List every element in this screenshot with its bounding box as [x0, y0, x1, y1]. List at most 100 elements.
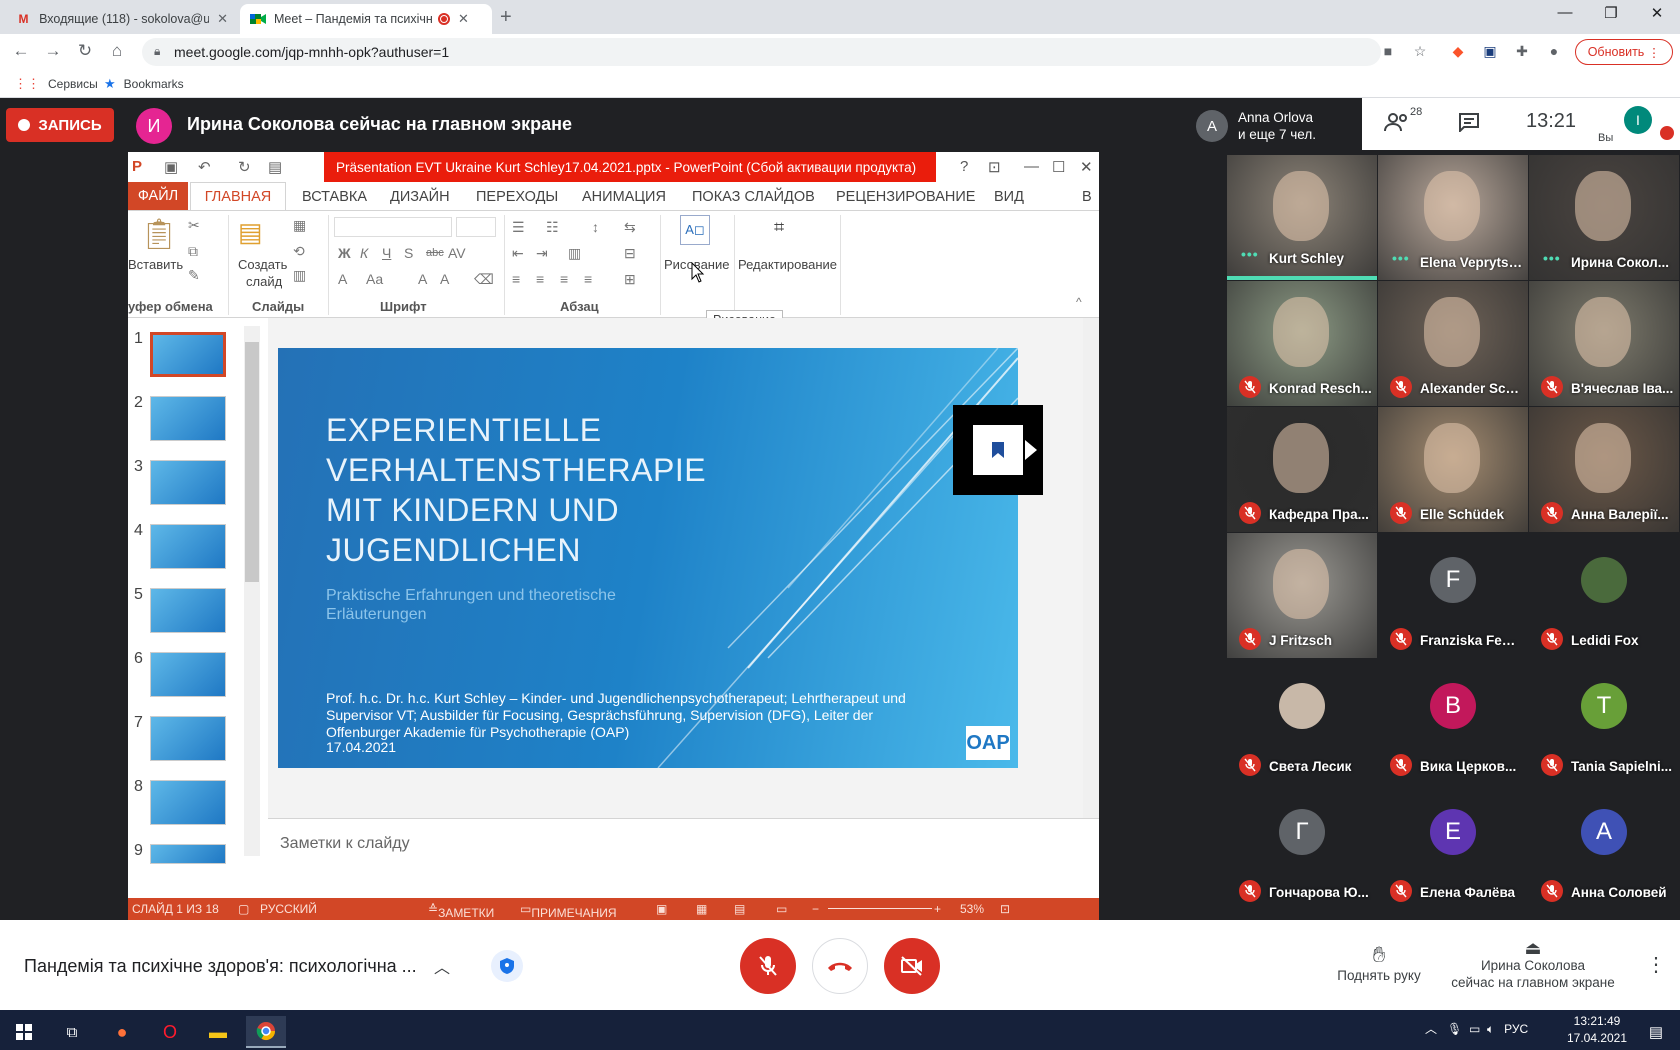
language-status[interactable]: РУССКИЙ: [260, 902, 317, 916]
tab-gmail[interactable]: M Входящие (118) - sokolova@uip... ✕: [6, 4, 238, 34]
participant-tile[interactable]: Elle Schüdek: [1378, 407, 1528, 532]
participant-tile[interactable]: E Елена Фалёва: [1378, 785, 1528, 910]
tab-slideshow[interactable]: ПОКАЗ СЛАЙДОВ: [692, 189, 815, 205]
task-view-icon[interactable]: ⧉: [52, 1016, 92, 1048]
slide-thumbnail[interactable]: [150, 396, 226, 441]
tab-file[interactable]: ФАЙЛ: [128, 182, 188, 210]
paste-icon[interactable]: 📋︎: [140, 217, 178, 252]
tab-view[interactable]: ВИД: [994, 189, 1024, 205]
redo-icon[interactable]: ↻: [238, 158, 251, 176]
new-slide-icon[interactable]: ▤: [238, 217, 263, 248]
participant-tile[interactable]: ••• Kurt Schley: [1227, 155, 1377, 280]
chat-button[interactable]: [1458, 112, 1480, 137]
align-right-icon[interactable]: ≡: [560, 271, 568, 287]
participant-tile[interactable]: Г Гончарова Ю...: [1227, 785, 1377, 910]
change-case-icon[interactable]: Aa: [366, 271, 383, 287]
underline-icon[interactable]: Ч: [382, 245, 391, 261]
justify-icon[interactable]: ≡: [584, 271, 592, 287]
slide-thumbnail[interactable]: [150, 652, 226, 697]
taskbar-clock[interactable]: 13:21:49 17.04.2021: [1560, 1013, 1634, 1047]
font-size-field[interactable]: [456, 217, 496, 237]
layout-icon[interactable]: ▦: [293, 217, 306, 234]
meeting-title[interactable]: Пандемія та психічне здоров'я: психологі…: [24, 956, 417, 977]
slide-sorter-icon[interactable]: ▦: [696, 902, 707, 916]
address-bar[interactable]: 🔒︎ meet.google.com/jqp-mnhh-opk?authuser…: [142, 38, 1381, 66]
notes-pane[interactable]: Заметки к слайду: [268, 818, 1099, 866]
thumbnail-scrollbar[interactable]: [244, 326, 260, 856]
undo-icon[interactable]: ↶: [198, 158, 211, 176]
save-icon[interactable]: ▣: [164, 158, 178, 176]
bookmark-apps[interactable]: ⋮⋮ Сервисы: [14, 76, 98, 92]
shadow-icon[interactable]: S: [404, 245, 413, 261]
participant-tile[interactable]: J Fritzsch: [1227, 533, 1377, 658]
maximize-icon[interactable]: ☐: [1052, 158, 1065, 176]
char-spacing-icon[interactable]: AV: [448, 245, 466, 261]
forward-button[interactable]: →: [42, 41, 64, 61]
zoom-slider[interactable]: [828, 908, 932, 909]
participant-tile[interactable]: ••• Ирина Сокол...: [1529, 155, 1679, 280]
participant-tile[interactable]: ••• Elena Veprytska: [1378, 155, 1528, 280]
columns-icon[interactable]: ▥: [568, 245, 581, 262]
participant-tile[interactable]: Кафедра Пра...: [1227, 407, 1377, 532]
text-direction-icon[interactable]: ⇆: [624, 219, 636, 236]
participant-tile[interactable]: F Franziska Fehr...: [1378, 533, 1528, 658]
reading-view-icon[interactable]: ▤: [734, 902, 745, 916]
current-slide[interactable]: EXPERIENTIELLE VERHALTENSTHERAPIE MIT KI…: [278, 348, 1018, 768]
align-text-icon[interactable]: ⊟: [624, 245, 636, 262]
slide-thumbnail[interactable]: [150, 460, 226, 505]
close-tab-icon[interactable]: ✕: [458, 11, 469, 27]
grow-font-icon[interactable]: A: [418, 271, 427, 287]
participant-tile[interactable]: A Анна Соловей: [1529, 785, 1679, 910]
line-spacing-icon[interactable]: ↕: [592, 219, 599, 235]
cut-icon[interactable]: ✂: [188, 217, 200, 234]
clear-format-icon[interactable]: ⌫: [474, 271, 494, 288]
more-options-icon[interactable]: ⋮: [1646, 952, 1666, 977]
bookmark-overlay[interactable]: [953, 405, 1043, 495]
participant-tile[interactable]: Света Лесик: [1227, 659, 1377, 784]
chrome-icon[interactable]: [246, 1016, 286, 1048]
participant-tile[interactable]: T Tania Sapielni...: [1529, 659, 1679, 784]
slide-thumbnail[interactable]: [150, 524, 226, 569]
new-slide-label-1[interactable]: Создать: [238, 257, 287, 272]
people-button[interactable]: 28: [1384, 106, 1422, 137]
presenting-button[interactable]: ⏏ Ирина Соколова сейчас на главном экран…: [1440, 939, 1626, 991]
zoom-in-icon[interactable]: +: [934, 902, 941, 916]
slide-thumbnail[interactable]: [150, 780, 226, 825]
comments-toggle[interactable]: ▭ ПРИМЕЧАНИЯ: [520, 902, 617, 920]
new-tab-button[interactable]: +: [500, 6, 512, 29]
decrease-indent-icon[interactable]: ⇤: [512, 245, 524, 262]
editing-label[interactable]: Редактирование: [738, 257, 837, 272]
participant-tile[interactable]: B Вика Церков...: [1378, 659, 1528, 784]
file-explorer-icon[interactable]: ▬: [198, 1016, 238, 1048]
update-button[interactable]: Обновить ⋮: [1575, 39, 1673, 65]
network-icon[interactable]: ▭: [1469, 1022, 1480, 1036]
tab-review[interactable]: РЕЦЕНЗИРОВАНИЕ: [836, 189, 975, 205]
tab-more[interactable]: В: [1082, 189, 1092, 205]
slide-thumbnail[interactable]: [150, 844, 226, 864]
tray-mic-icon[interactable]: 🎙︎: [1447, 1022, 1462, 1036]
minimize-window-icon[interactable]: —: [1542, 4, 1588, 21]
editor-scrollbar[interactable]: [1083, 318, 1099, 818]
tray-expand-icon[interactable]: ︿: [1425, 1022, 1437, 1036]
tab-animations[interactable]: АНИМАЦИЯ: [582, 189, 666, 205]
italic-icon[interactable]: К: [360, 245, 368, 261]
collapse-ribbon-icon[interactable]: ^: [1076, 295, 1082, 309]
tab-transitions[interactable]: ПЕРЕХОДЫ: [476, 189, 558, 205]
slide-thumbnail[interactable]: [150, 716, 226, 761]
reset-icon[interactable]: ⟲: [293, 243, 305, 260]
chevron-up-icon[interactable]: ︿: [434, 954, 450, 978]
bullets-icon[interactable]: ☰: [512, 219, 525, 236]
slide-thumbnail[interactable]: [150, 588, 226, 633]
host-controls-shield-icon[interactable]: [491, 950, 523, 982]
tab-meet[interactable]: Meet – Пандемія та психічн... ✕: [240, 4, 492, 34]
self-avatar[interactable]: I: [1624, 106, 1652, 134]
increase-indent-icon[interactable]: ⇥: [536, 245, 548, 262]
fit-slide-icon[interactable]: ⊡: [1000, 902, 1010, 916]
extension-icon[interactable]: ▣: [1480, 43, 1500, 60]
zoom-out-icon[interactable]: −: [812, 902, 819, 916]
participant-tile[interactable]: Alexander Sch...: [1378, 281, 1528, 406]
notes-toggle[interactable]: ≙ ЗАМЕТКИ: [428, 902, 494, 920]
new-slide-label-2[interactable]: слайд: [246, 274, 282, 289]
font-name-field[interactable]: [334, 217, 452, 237]
section-icon[interactable]: ▥: [293, 267, 306, 284]
